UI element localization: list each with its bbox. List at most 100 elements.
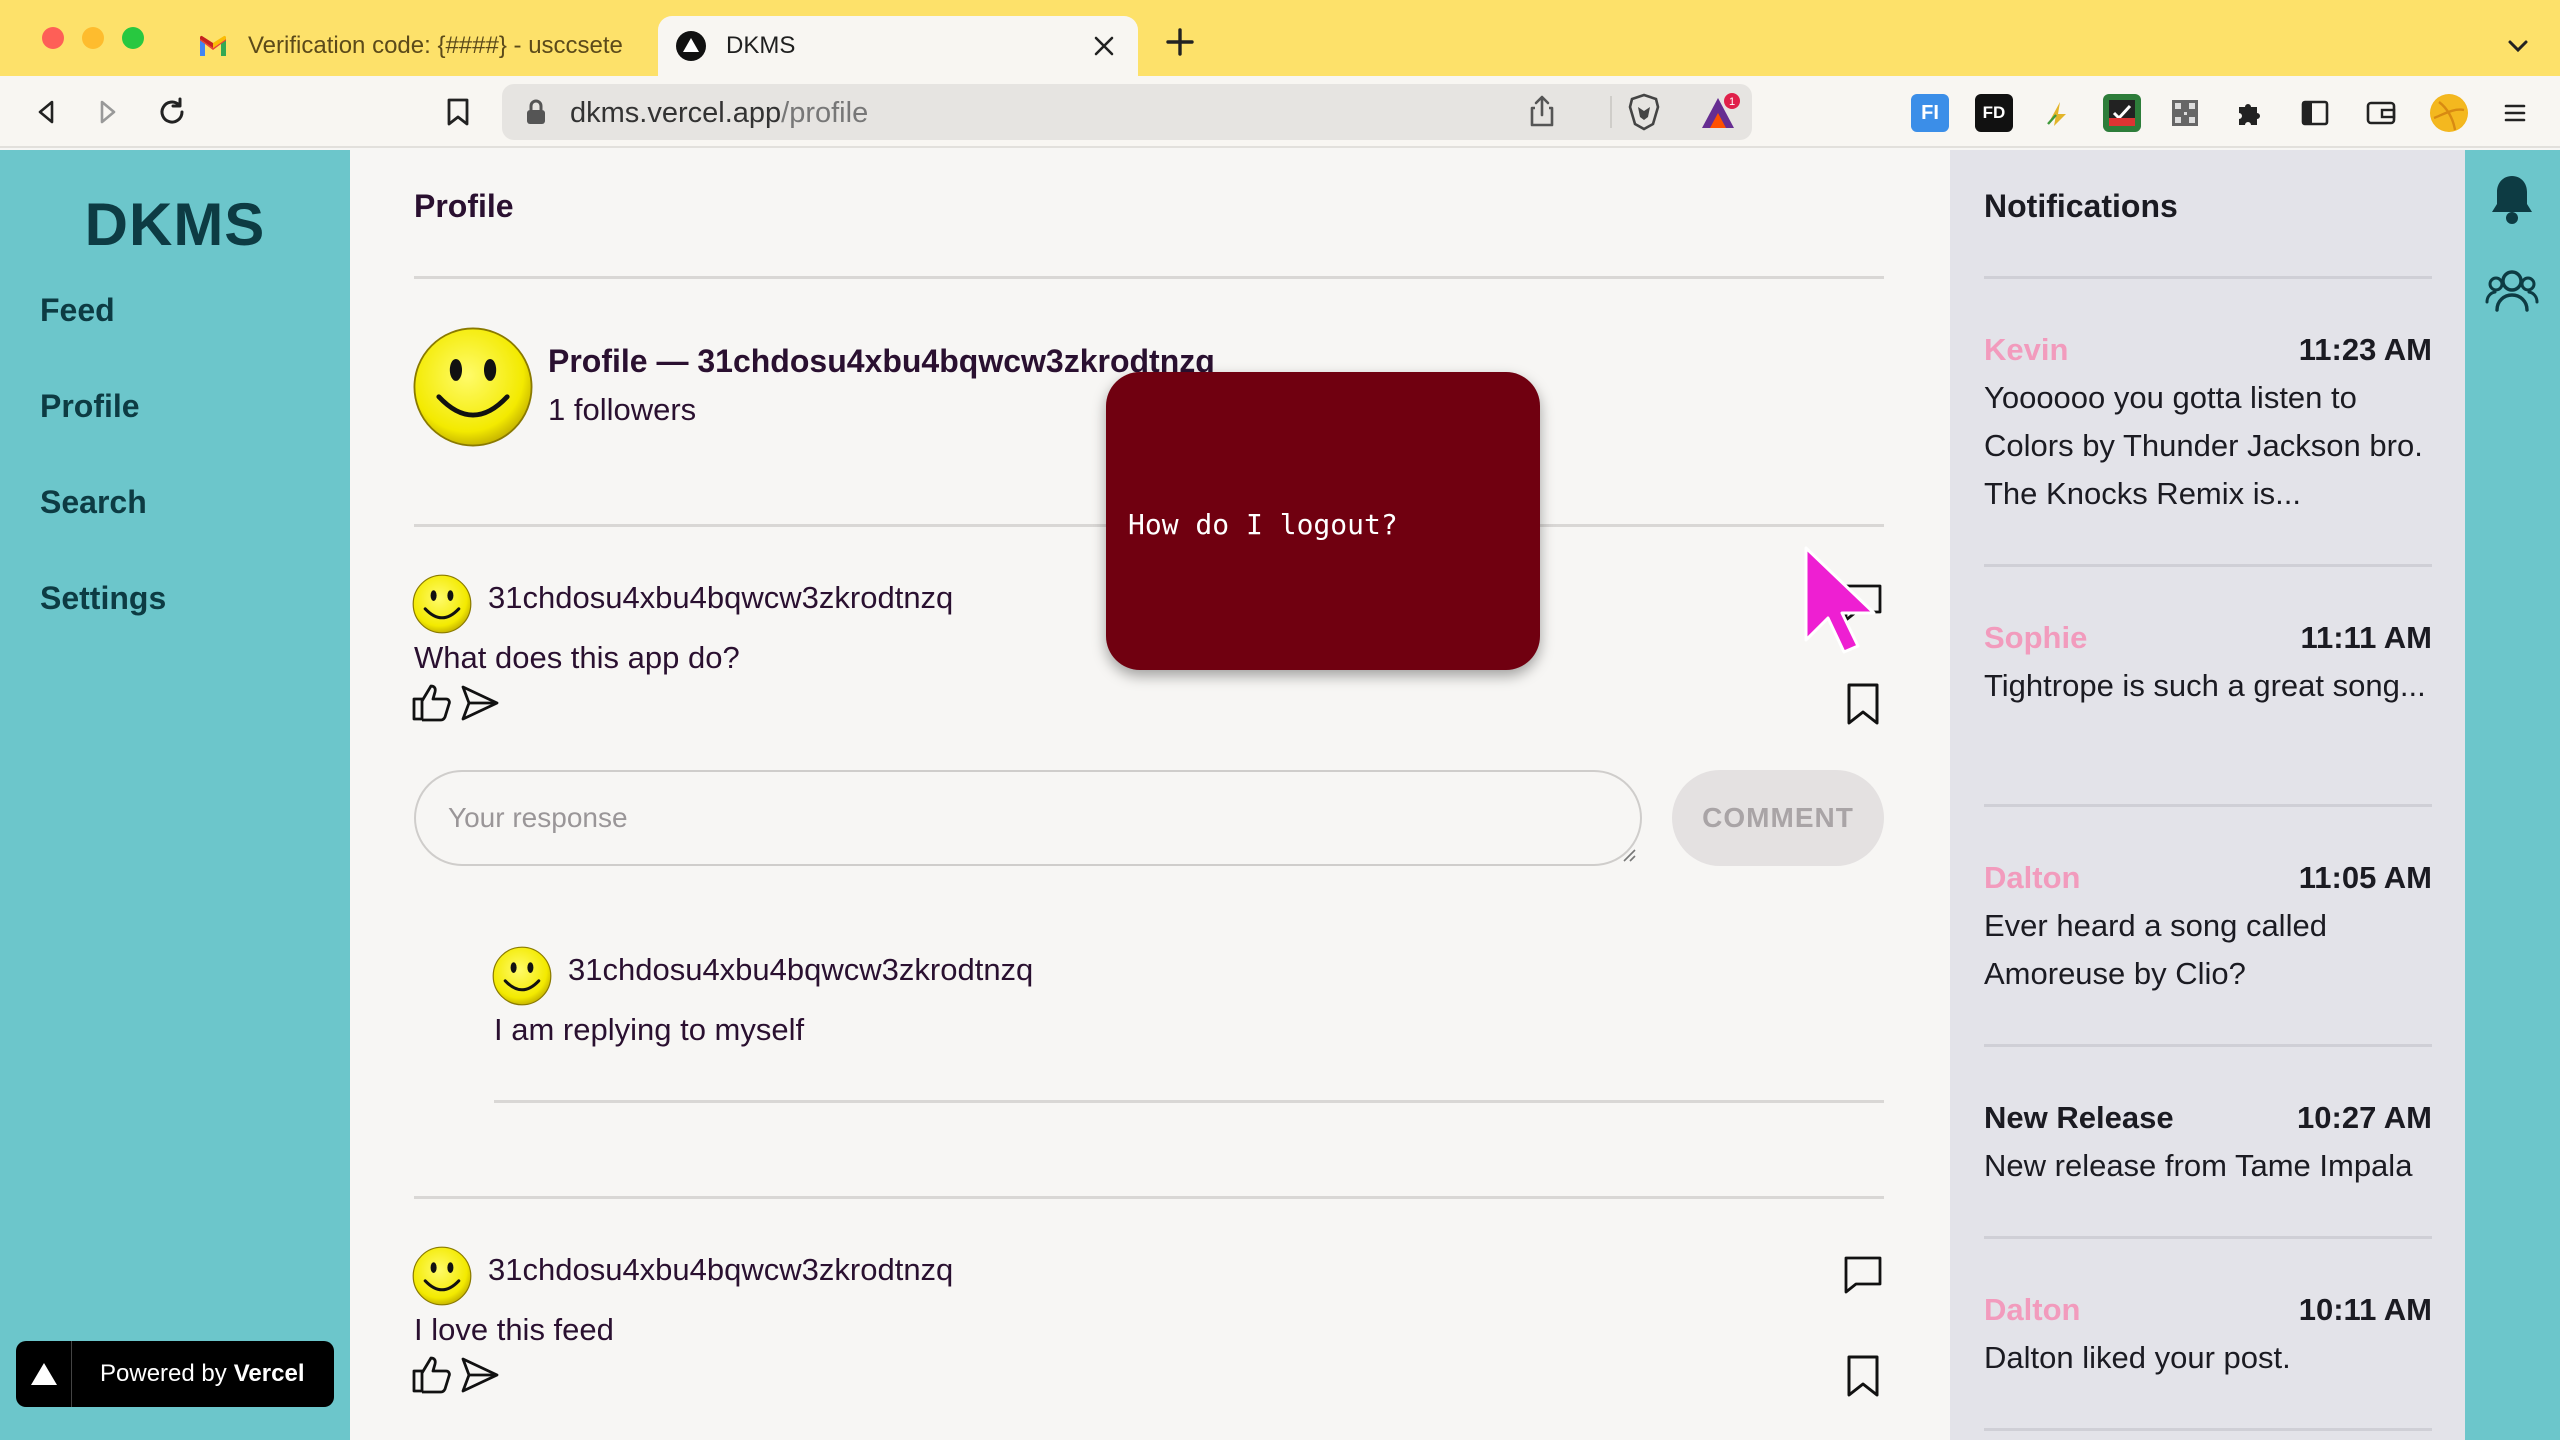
forward-icon[interactable]: [86, 90, 130, 134]
sidebar-item-profile[interactable]: Profile: [40, 388, 140, 425]
vercel-prefix: Powered by: [100, 1360, 227, 1387]
extension-checklist-icon[interactable]: [2103, 94, 2141, 132]
notification-sender: Sophie: [1984, 620, 2088, 655]
tab-dkms[interactable]: DKMS: [658, 16, 1138, 76]
divider: [1984, 1428, 2432, 1431]
sidebar-toggle-icon[interactable]: [2296, 94, 2334, 132]
bookmark-icon[interactable]: [1844, 1354, 1882, 1398]
bookmark-icon[interactable]: [1844, 682, 1882, 726]
bell-icon[interactable]: [2487, 172, 2537, 226]
window-zoom-button[interactable]: [122, 27, 144, 49]
post-text: I love this feed: [414, 1312, 614, 1347]
notification-time: 11:05 AM: [2298, 860, 2432, 895]
resize-handle-icon[interactable]: [1622, 848, 1636, 862]
divider: [1984, 276, 2432, 279]
divider: [494, 1100, 1884, 1103]
share-send-icon[interactable]: [460, 684, 500, 722]
chevron-down-icon[interactable]: [2500, 28, 2536, 64]
tab-title: Verification code: {####} - usccsete: [248, 32, 623, 59]
wallet-icon[interactable]: [2362, 94, 2400, 132]
post-avatar-smiley: [412, 1246, 472, 1306]
reload-icon[interactable]: [150, 90, 194, 134]
right-icon-strip: [2465, 150, 2560, 1440]
profile-name: Profile — 31chdosu4xbu4bqwcw3zkrodtnzq: [548, 343, 1215, 379]
page-title: Profile: [414, 188, 514, 224]
profile-avatar[interactable]: [2430, 94, 2468, 132]
brave-rewards-icon[interactable]: 1: [1698, 92, 1744, 137]
notification-sender: Dalton: [1984, 860, 2081, 895]
like-thumbs-up-icon[interactable]: [410, 1352, 454, 1396]
extension-fd-icon[interactable]: FD: [1975, 94, 2013, 132]
comment-icon[interactable]: [1842, 1254, 1884, 1296]
notification-text: Yoooooo you gotta listen to Colors by Th…: [1984, 380, 2423, 511]
sidebar-item-search[interactable]: Search: [40, 484, 147, 521]
post-text: What does this app do?: [414, 640, 740, 675]
tab-title: DKMS: [726, 32, 796, 59]
post-username[interactable]: 31chdosu4xbu4bqwcw3zkrodtnzq: [488, 1252, 953, 1288]
profile-avatar-smiley: [413, 327, 533, 447]
post-username[interactable]: 31chdosu4xbu4bqwcw3zkrodtnzq: [488, 580, 953, 616]
vercel-triangle-icon: [674, 29, 708, 63]
help-question-popup[interactable]: How do I logout?: [1106, 372, 1540, 670]
notification-time: 10:11 AM: [2298, 1292, 2432, 1327]
sidebar-item-feed[interactable]: Feed: [40, 292, 115, 329]
notification-time: 11:23 AM: [2298, 332, 2432, 367]
share-icon[interactable]: [1526, 94, 1558, 133]
notification-sender: New Release: [1984, 1100, 2174, 1135]
brave-shields-icon[interactable]: [1624, 92, 1664, 137]
followers-count[interactable]: 1 followers: [548, 392, 696, 428]
app-logo[interactable]: DKMS: [0, 190, 350, 259]
notification-sender: Kevin: [1984, 332, 2069, 367]
close-tab-icon[interactable]: [1086, 28, 1122, 64]
tab-gmail[interactable]: Verification code: {####} - usccsete: [186, 16, 656, 76]
notification-text: Ever heard a song called Amoreuse by Cli…: [1984, 908, 2327, 991]
divider: [414, 276, 1884, 279]
main-content: Profile Profile — 31chdosu4xbu4bqwcw3zkr…: [350, 150, 1950, 1440]
divider: [414, 1196, 1884, 1199]
lock-icon: [524, 98, 548, 131]
notifications-title: Notifications: [1984, 188, 2178, 224]
notification-text: Tightrope is such a great song...: [1984, 668, 2426, 703]
extension-fi-icon[interactable]: FI: [1911, 94, 1949, 132]
divider: [1984, 564, 2432, 567]
notification-text: New release from Tame Impala: [1984, 1148, 2413, 1183]
powered-by-vercel-badge[interactable]: Powered by Vercel: [16, 1341, 334, 1407]
post-avatar-smiley: [412, 574, 472, 634]
back-icon[interactable]: [24, 90, 68, 134]
friends-icon[interactable]: [2485, 266, 2539, 314]
separator: [1610, 96, 1612, 128]
popup-text: How do I logout?: [1128, 508, 1398, 541]
like-thumbs-up-icon[interactable]: [410, 680, 454, 724]
divider: [1984, 804, 2432, 807]
reply-text: I am replying to myself: [494, 1012, 805, 1047]
response-input[interactable]: [414, 770, 1642, 866]
new-tab-button[interactable]: [1160, 22, 1200, 62]
browser-toolbar: dkms.vercel.app/profile 1 FI FD: [0, 76, 2560, 148]
divider: [1984, 1236, 2432, 1239]
bookmark-page-icon[interactable]: [436, 90, 480, 134]
notifications-panel: Notifications Kevin 11:23 AM Yoooooo you…: [1950, 150, 2465, 1440]
extension-lightning-icon[interactable]: [2040, 94, 2078, 132]
share-send-icon[interactable]: [460, 1356, 500, 1394]
reply-username[interactable]: 31chdosu4xbu4bqwcw3zkrodtnzq: [568, 952, 1033, 988]
notification-time: 11:11 AM: [2300, 620, 2432, 655]
window-minimize-button[interactable]: [82, 27, 104, 49]
url-text: dkms.vercel.app/profile: [570, 97, 869, 129]
gmail-icon: [196, 29, 230, 63]
window-close-button[interactable]: [42, 27, 64, 49]
notification-text: Dalton liked your post.: [1984, 1340, 2291, 1375]
notification-time: 10:27 AM: [2297, 1100, 2432, 1135]
extensions-puzzle-icon[interactable]: [2230, 94, 2268, 132]
notification-sender: Dalton: [1984, 1292, 2081, 1327]
browser-tab-bar: Verification code: {####} - usccsete DKM…: [0, 0, 2560, 76]
address-bar[interactable]: dkms.vercel.app/profile 1: [502, 84, 1752, 140]
divider: [1984, 1044, 2432, 1047]
comment-button[interactable]: COMMENT: [1672, 770, 1884, 866]
vercel-triangle-icon: [16, 1341, 72, 1407]
rewards-badge-count: 1: [1729, 96, 1735, 108]
menu-icon[interactable]: [2496, 94, 2534, 132]
extension-qr-icon[interactable]: [2166, 94, 2204, 132]
sidebar-item-settings[interactable]: Settings: [40, 580, 166, 617]
mouse-pointer-icon: [1804, 546, 1876, 654]
vercel-brand: Vercel: [233, 1360, 305, 1387]
